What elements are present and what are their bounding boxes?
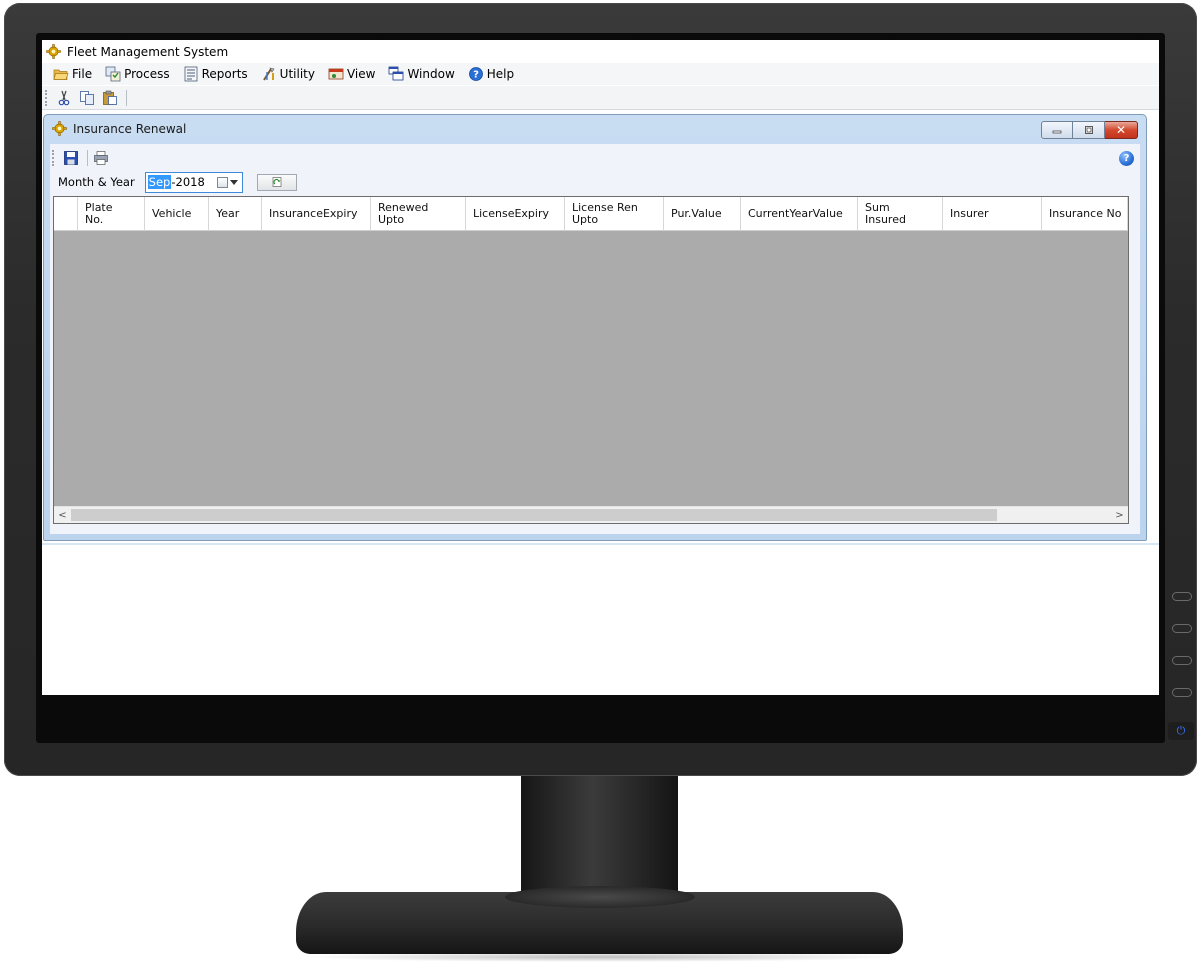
menu-process-label: Process: [124, 67, 170, 81]
mdi-workspace: Insurance Renewal ✕ ? Month & Year Sep -…: [42, 111, 1159, 695]
grid-row-header: [54, 197, 78, 231]
menu-utility-label: Utility: [279, 67, 315, 81]
insurance-grid[interactable]: Plate No. Vehicle Year InsuranceExpiry R…: [53, 196, 1129, 524]
screen: Fleet Management System File Process Rep…: [42, 40, 1159, 695]
column-header-current-year-value[interactable]: CurrentYearValue: [741, 197, 858, 231]
restore-icon: [1084, 126, 1093, 134]
toolbar-grip[interactable]: [45, 89, 48, 106]
cut-button[interactable]: [54, 88, 74, 108]
close-button[interactable]: ✕: [1105, 121, 1138, 139]
menu-process[interactable]: Process: [104, 64, 177, 84]
menu-file[interactable]: File: [52, 64, 99, 84]
main-toolbar: [42, 86, 1159, 110]
insurance-renewal-window: Insurance Renewal ✕ ? Month & Year Sep -…: [43, 114, 1147, 541]
menu-help[interactable]: ? Help: [467, 64, 521, 84]
year-value: -2018: [171, 175, 205, 189]
app-title: Fleet Management System: [67, 44, 229, 59]
window-controls: ✕: [1041, 121, 1138, 139]
horizontal-scrollbar[interactable]: < >: [54, 506, 1128, 523]
close-icon: ✕: [1115, 123, 1127, 137]
column-header-insurer[interactable]: Insurer: [943, 197, 1042, 231]
scroll-right-icon[interactable]: >: [1111, 507, 1128, 523]
copy-icon: [80, 90, 94, 105]
monitor-side-button: [1172, 688, 1192, 697]
refresh-icon: [272, 177, 282, 187]
toolbar-grip[interactable]: [52, 150, 55, 166]
minimize-button[interactable]: [1041, 121, 1073, 139]
month-year-picker[interactable]: Sep -2018: [144, 171, 243, 193]
print-icon: [94, 151, 108, 165]
toolbar-separator: [87, 150, 88, 166]
reports-icon: [184, 66, 198, 82]
month-year-label: Month & Year: [58, 175, 135, 189]
restore-button[interactable]: [1073, 121, 1105, 139]
child-toolbar: ?: [50, 147, 1140, 169]
column-header-vehicle[interactable]: Vehicle: [145, 197, 209, 231]
menu-help-label: Help: [486, 67, 515, 81]
copy-button[interactable]: [77, 88, 97, 108]
monitor-side-button: [1172, 656, 1192, 665]
column-header-sum-insured[interactable]: Sum Insured: [858, 197, 943, 231]
process-icon: [105, 66, 121, 82]
print-button[interactable]: [91, 148, 111, 168]
calendar-dropdown-icon[interactable]: [216, 176, 238, 188]
child-title-bar[interactable]: Insurance Renewal ✕: [44, 115, 1146, 142]
utility-icon: [262, 67, 275, 81]
paste-icon: [103, 90, 117, 105]
gear-icon: [46, 44, 61, 59]
folder-open-icon: [53, 69, 69, 80]
scroll-thumb[interactable]: [71, 509, 997, 521]
svg-text:?: ?: [473, 70, 479, 81]
help-icon: ?: [468, 67, 483, 81]
column-header-year[interactable]: Year: [209, 197, 262, 231]
column-header-renewed-upto[interactable]: Renewed Upto: [371, 197, 466, 231]
child-window-title: Insurance Renewal: [73, 121, 187, 136]
grid-header: Plate No. Vehicle Year InsuranceExpiry R…: [54, 197, 1128, 231]
menu-window[interactable]: Window: [387, 64, 461, 84]
cut-icon: [58, 90, 70, 105]
column-header-pur-value[interactable]: Pur.Value: [664, 197, 741, 231]
menu-view[interactable]: View: [327, 64, 382, 84]
menu-reports[interactable]: Reports: [182, 64, 255, 84]
gear-icon: [52, 121, 67, 136]
minimize-icon: [1052, 130, 1062, 134]
refresh-button[interactable]: [256, 173, 297, 191]
column-header-plate-no[interactable]: Plate No.: [78, 197, 145, 231]
monitor-stand-neck: [521, 776, 678, 894]
child-window-body: ? Month & Year Sep -2018 Plate No. Vehic…: [50, 144, 1140, 534]
paste-button[interactable]: [100, 88, 120, 108]
monitor-side-button: [1172, 624, 1192, 633]
monitor-power-button: ⏻: [1168, 722, 1194, 740]
menu-utility[interactable]: Utility: [260, 64, 322, 84]
menu-reports-label: Reports: [201, 67, 248, 81]
window-icon: [389, 66, 404, 81]
save-icon: [64, 151, 78, 165]
menu-file-label: File: [72, 67, 93, 81]
column-header-license-ren-upto[interactable]: License Ren Upto: [565, 197, 664, 231]
help-icon[interactable]: ?: [1119, 151, 1134, 166]
menu-window-label: Window: [407, 67, 455, 81]
column-header-insurance-no[interactable]: Insurance No: [1042, 197, 1128, 231]
column-header-insurance-expiry[interactable]: InsuranceExpiry: [262, 197, 371, 231]
menu-bar: File Process Reports Utility View Window…: [42, 63, 1159, 85]
column-header-license-expiry[interactable]: LicenseExpiry: [466, 197, 565, 231]
child-window-shadow: [42, 543, 1159, 545]
monitor-stand-collar: [505, 886, 695, 908]
save-button[interactable]: [61, 148, 81, 168]
app-title-bar: Fleet Management System: [42, 40, 1159, 63]
view-icon: [328, 68, 344, 80]
scroll-left-icon[interactable]: <: [54, 507, 71, 523]
month-value: Sep: [147, 175, 172, 189]
monitor-side-button: [1172, 592, 1192, 601]
toolbar-separator: [126, 89, 127, 106]
menu-view-label: View: [346, 67, 376, 81]
filter-row: Month & Year Sep -2018: [58, 171, 297, 193]
